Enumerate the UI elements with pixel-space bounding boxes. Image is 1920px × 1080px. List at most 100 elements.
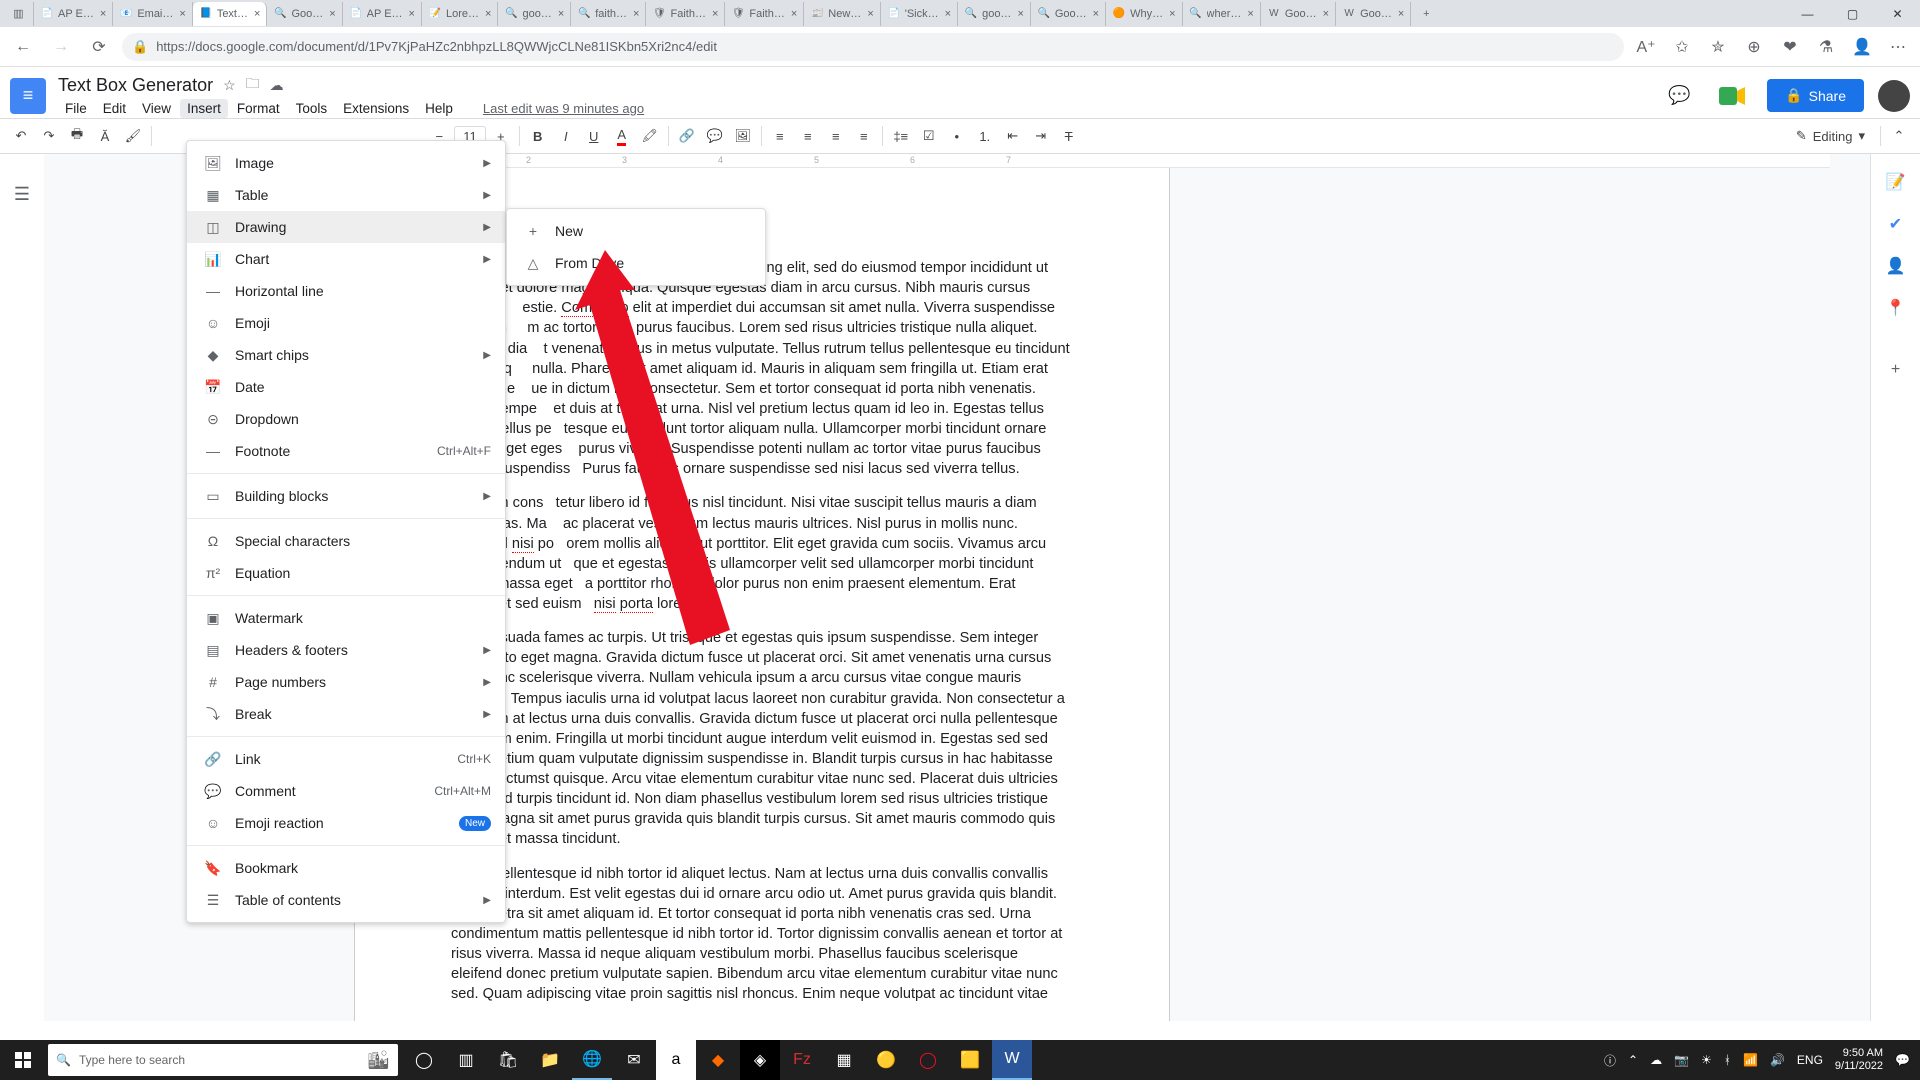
browser-tab[interactable]: 🔍wher…× [1183,2,1261,26]
notifications-icon[interactable]: 💬 [1895,1053,1910,1067]
browser-tab[interactable]: 📰New…× [804,2,880,26]
bluetooth-icon[interactable]: ᚼ [1724,1053,1731,1067]
start-button[interactable] [0,1040,46,1080]
close-tab-icon[interactable]: × [867,8,873,20]
menu-item-table[interactable]: ▦Table▶ [187,179,505,211]
menu-item-page-numbers[interactable]: #Page numbers▶ [187,666,505,698]
increase-indent-button[interactable]: ⇥ [1028,123,1054,149]
align-left-button[interactable]: ≡ [767,123,793,149]
browser-tab[interactable]: 📘Text…× [193,2,268,26]
menu-item-horizontal-line[interactable]: —Horizontal line [187,275,505,307]
document-title[interactable]: Text Box Generator [58,75,213,96]
volume-icon[interactable]: 🔊 [1770,1053,1785,1067]
paragraph[interactable]: Interdum cons tetur libero id faucibus n… [451,493,1073,614]
menu-item-building-blocks[interactable]: ▭Building blocks▶ [187,480,505,512]
browser-tab[interactable]: WGoo…× [1261,2,1336,26]
menu-item-watermark[interactable]: ▣Watermark [187,602,505,634]
language-icon[interactable]: ENG [1797,1053,1823,1067]
close-tab-icon[interactable]: × [1398,8,1404,20]
maximize-button[interactable]: ▢ [1830,1,1875,27]
submenu-item-new[interactable]: +New [507,215,765,247]
browser-tab[interactable]: 🛡Faith…× [725,2,804,26]
edge-icon[interactable]: 🌐 [572,1040,612,1080]
share-button[interactable]: 🔒Share [1767,79,1864,112]
paragraph[interactable]: Mattis pellentesque id nibh tortor id al… [451,864,1073,1005]
contacts-icon[interactable]: 👤 [1886,256,1906,276]
new-tab-button[interactable]: + [1411,2,1441,26]
weather-icon[interactable]: ☀ [1701,1053,1712,1067]
wifi-icon[interactable]: 📶 [1743,1053,1758,1067]
align-center-button[interactable]: ≡ [795,123,821,149]
outline-toggle-icon[interactable]: ☰ [14,184,30,205]
line-spacing-button[interactable]: ‡≡ [888,123,914,149]
menu-insert[interactable]: Insert [180,99,228,118]
browser-tab[interactable]: 📝Lore…× [422,2,498,26]
favorites-bar-icon[interactable]: ✮ [1704,33,1732,61]
browser-tab[interactable]: 🔍faith…× [571,2,646,26]
back-button[interactable]: ← [8,32,38,62]
opera-icon[interactable]: ◯ [908,1040,948,1080]
star-icon[interactable]: ☆ [223,77,236,94]
menu-item-comment[interactable]: 💬CommentCtrl+Alt+M [187,775,505,807]
browser-tab[interactable]: 📄AP E…× [343,2,422,26]
account-avatar[interactable] [1878,80,1910,112]
italic-button[interactable]: I [553,123,579,149]
close-tab-icon[interactable]: × [1093,8,1099,20]
menu-extensions[interactable]: Extensions [336,99,416,118]
collapse-toolbar-button[interactable]: ⌃ [1886,123,1912,149]
browser-tab[interactable]: 🔍goo…× [958,2,1031,26]
menu-item-drawing[interactable]: ◫Drawing▶ [187,211,505,243]
docs-logo-icon[interactable]: ≡ [10,78,46,114]
browser-tab[interactable]: 🛡Faith…× [646,2,725,26]
paint-format-button[interactable]: 🖌 [120,123,146,149]
menu-item-equation[interactable]: π²Equation [187,557,505,589]
close-tab-icon[interactable]: × [791,8,797,20]
maps-icon[interactable]: 📍 [1886,298,1906,318]
store-icon[interactable]: 🛍 [488,1040,528,1080]
spellcheck-button[interactable]: Ă [92,123,118,149]
collections-icon[interactable]: ⊕ [1740,33,1768,61]
menu-edit[interactable]: Edit [96,99,133,118]
browser-tab[interactable]: 🔍goo…× [498,2,571,26]
tray-icon[interactable]: ⓘ [1604,1052,1616,1069]
redo-button[interactable]: ↷ [36,123,62,149]
text-color-button[interactable]: A [609,123,635,149]
menu-item-footnote[interactable]: —FootnoteCtrl+Alt+F [187,435,505,467]
close-tab-icon[interactable]: × [633,8,639,20]
app-icon[interactable]: ◆ [698,1040,738,1080]
insert-link-button[interactable]: 🔗 [674,123,700,149]
tab-actions[interactable]: ▥ [4,2,34,26]
browser-tab[interactable]: 🟠Why…× [1106,2,1182,26]
keep-icon[interactable]: 📝 [1886,172,1906,192]
cortana-icon[interactable]: ◯ [404,1040,444,1080]
close-tab-icon[interactable]: × [1323,8,1329,20]
menu-tools[interactable]: Tools [289,99,335,118]
minimize-button[interactable]: — [1785,1,1830,27]
menu-file[interactable]: File [58,99,94,118]
checklist-button[interactable]: ☑ [916,123,942,149]
close-tab-icon[interactable]: × [179,8,185,20]
horizontal-ruler[interactable]: 1234567 [354,154,1830,168]
close-tab-icon[interactable]: × [100,8,106,20]
close-tab-icon[interactable]: × [329,8,335,20]
align-justify-button[interactable]: ≡ [851,123,877,149]
close-window-button[interactable]: ✕ [1875,1,1920,27]
menu-item-emoji[interactable]: ☺Emoji [187,307,505,339]
close-tab-icon[interactable]: × [1247,8,1253,20]
menu-item-smart-chips[interactable]: ◆Smart chips▶ [187,339,505,371]
refresh-button[interactable]: ⟳ [84,32,114,62]
comment-history-icon[interactable]: 💬 [1661,78,1697,114]
filezilla-icon[interactable]: Fz [782,1040,822,1080]
menu-item-image[interactable]: 🖼Image▶ [187,147,505,179]
meet-now-icon[interactable]: 📷 [1674,1053,1689,1067]
close-tab-icon[interactable]: × [254,8,260,20]
chrome-icon[interactable]: 🟡 [866,1040,906,1080]
amazon-icon[interactable]: a [656,1040,696,1080]
menu-help[interactable]: Help [418,99,460,118]
menu-item-date[interactable]: 📅Date [187,371,505,403]
menu-item-special-characters[interactable]: ΩSpecial characters [187,525,505,557]
tasks-icon[interactable]: ✔ [1886,214,1906,234]
close-tab-icon[interactable]: × [1169,8,1175,20]
browser-tab[interactable]: 📄'Sick…× [881,2,958,26]
highlight-button[interactable]: 🖍 [637,123,663,149]
